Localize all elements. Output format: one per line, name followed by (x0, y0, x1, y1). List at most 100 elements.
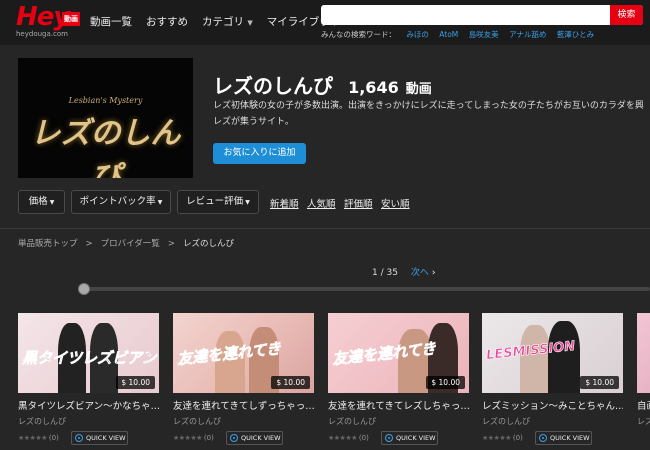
eye-icon (75, 434, 83, 442)
video-title[interactable]: 友達を連れてきてレズしちゃっ… (328, 398, 469, 412)
video-title[interactable]: 自画撮 (637, 398, 650, 412)
logo-badge: 動画 (62, 12, 80, 26)
sort-rating-link[interactable]: 評価順 (344, 196, 373, 210)
video-title[interactable]: 黒タイツレズビアン～かなちゃ… (18, 398, 159, 412)
video-card[interactable]: LESMISSION $ 10.00 レズミッション～みことちゃん… レズのしん… (482, 313, 623, 450)
site-logo[interactable]: Hey 動画 heydouga.com (16, 2, 80, 40)
description-line: レズが集うサイト。 (213, 117, 294, 127)
video-card[interactable]: 自画撮 レズの (637, 313, 650, 450)
price-badge: $ 10.00 (116, 376, 155, 389)
carousel-slider-track[interactable] (84, 287, 650, 291)
quick-view-button[interactable]: QUICK VIEW (226, 431, 283, 445)
provider-logo-text: レズのしんぴ (30, 116, 181, 178)
nav-item-category[interactable]: カテゴリ ▼ (202, 14, 253, 29)
video-count: 1,646 (348, 78, 399, 97)
popular-keyword[interactable]: 島咲友美 (469, 30, 499, 39)
video-thumbnail[interactable]: 黒タイツレズビアン $ 10.00 (18, 313, 159, 393)
eye-icon (230, 434, 238, 442)
caret-down-icon: ▼ (49, 199, 55, 206)
sort-newest-link[interactable]: 新着順 (270, 196, 299, 210)
next-page-link[interactable]: 次へ (411, 268, 429, 278)
description-line: レズ初体験の女の子が多数出演。出演をきっかけにレズに走ってしまった女の子たちがお… (213, 101, 644, 111)
breadcrumb-item[interactable]: 単品販売トップ (18, 239, 78, 249)
popular-label: みんなの検索ワード： (321, 30, 396, 39)
rating-count: (0) (48, 434, 59, 442)
stars-icon: ★★★★★ (482, 434, 511, 442)
price-badge: $ 10.00 (426, 376, 465, 389)
caret-down-icon: ▼ (157, 199, 163, 206)
add-to-favorites-button[interactable]: お気に入りに追加 (213, 143, 306, 164)
breadcrumb: 単品販売トップ > プロバイダ一覧 > レズのしんぴ (18, 237, 234, 249)
total-pages: 35 (386, 268, 398, 278)
video-card[interactable]: 友達を連れてき $ 10.00 友達を連れてきてレズしちゃっ… レズのしんぴ ★… (328, 313, 469, 450)
search-input[interactable] (321, 5, 610, 25)
price-badge: $ 10.00 (580, 376, 619, 389)
main-nav: 動画一覧 おすすめ カテゴリ ▼ マイライブラリ (90, 14, 340, 29)
current-page: 1 (372, 268, 378, 278)
stars-icon: ★★★★★ (173, 434, 202, 442)
video-card[interactable]: 黒タイツレズビアン $ 10.00 黒タイツレズビアン～かなちゃ… レズのしんぴ… (18, 313, 159, 450)
video-card[interactable]: 友達を連れてき $ 10.00 友達を連れてきてしずっちゃっ… レズのしんぴ ★… (173, 313, 314, 450)
quick-view-label: QUICK VIEW (396, 434, 436, 442)
star-rating: ★★★★★ (0) (328, 434, 369, 442)
top-header: Hey 動画 heydouga.com 動画一覧 おすすめ カテゴリ ▼ マイラ… (0, 0, 650, 45)
quick-view-button[interactable]: QUICK VIEW (381, 431, 438, 445)
star-rating: ★★★★★ (0) (18, 434, 59, 442)
star-rating: ★★★★★ (0) (482, 434, 523, 442)
search-box: 検索 (321, 5, 643, 25)
video-provider[interactable]: レズのしんぴ (173, 416, 221, 427)
video-title[interactable]: レズミッション～みことちゃん… (482, 398, 623, 412)
stars-icon: ★★★★★ (18, 434, 47, 442)
breadcrumb-separator: > (85, 239, 93, 249)
video-thumbnail[interactable] (637, 313, 650, 393)
sort-popular-link[interactable]: 人気順 (307, 196, 336, 210)
video-provider[interactable]: レズのしんぴ (482, 416, 530, 427)
rating-count: (0) (512, 434, 523, 442)
pagination: 1 / 35 次へ › (372, 265, 435, 278)
nav-item-category-label: カテゴリ (202, 16, 244, 28)
quick-view-label: QUICK VIEW (550, 434, 590, 442)
thumbnail-overlay-text: 黒タイツレズビアン (22, 349, 157, 368)
video-count-unit: 動画 (405, 82, 432, 97)
quick-view-button[interactable]: QUICK VIEW (71, 431, 128, 445)
popular-keyword[interactable]: AtoM (439, 30, 458, 39)
chevron-right-icon[interactable]: › (432, 268, 436, 278)
logo-domain: heydouga.com (16, 30, 68, 38)
quick-view-button[interactable]: QUICK VIEW (535, 431, 592, 445)
page-title: レズのしんぴ (213, 74, 333, 98)
video-title[interactable]: 友達を連れてきてしずっちゃっ… (173, 398, 314, 412)
price-badge: $ 10.00 (271, 376, 310, 389)
video-thumbnail[interactable]: LESMISSION $ 10.00 (482, 313, 623, 393)
filter-pointback-dropdown[interactable]: ポイントバック率 ▼ (71, 190, 171, 214)
popular-keyword[interactable]: みほの (406, 30, 429, 39)
popular-keyword[interactable]: アナル舐め (509, 30, 546, 39)
video-thumbnail[interactable]: 友達を連れてき $ 10.00 (173, 313, 314, 393)
breadcrumb-separator: > (167, 239, 175, 249)
quick-view-label: QUICK VIEW (241, 434, 281, 442)
carousel-slider-handle[interactable] (78, 283, 90, 295)
popular-keyword[interactable]: 藍澤ひとみ (557, 30, 594, 39)
stars-icon: ★★★★★ (328, 434, 357, 442)
filter-price-dropdown[interactable]: 価格 ▼ (18, 190, 65, 214)
provider-logo-image: Lesbian's Mystery レズのしんぴ (18, 58, 193, 178)
rating-count: (0) (358, 434, 369, 442)
filter-review-dropdown[interactable]: レビュー評価 ▼ (177, 190, 259, 214)
nav-item-recommended[interactable]: おすすめ (146, 14, 188, 29)
filter-label: ポイントバック率 (79, 196, 156, 207)
video-provider[interactable]: レズのしんぴ (328, 416, 376, 427)
video-provider[interactable]: レズの (637, 416, 650, 427)
caret-down-icon: ▼ (245, 199, 250, 206)
video-thumbnail[interactable]: 友達を連れてき $ 10.00 (328, 313, 469, 393)
breadcrumb-current: レズのしんぴ (182, 239, 234, 249)
popular-search-words: みんなの検索ワード： みほの AtoM 島咲友美 アナル舐め 藍澤ひとみ (321, 29, 594, 40)
breadcrumb-item[interactable]: プロバイダ一覧 (101, 239, 160, 249)
search-button[interactable]: 検索 (610, 5, 643, 25)
sort-cheapest-link[interactable]: 安い順 (381, 196, 410, 210)
section-divider (0, 228, 650, 229)
star-rating: ★★★★★ (0) (173, 434, 214, 442)
video-provider[interactable]: レズのしんぴ (18, 416, 66, 427)
filter-label: レビュー評価 (186, 196, 244, 207)
rating-count: (0) (203, 434, 214, 442)
nav-item-videos[interactable]: 動画一覧 (90, 14, 132, 29)
thumbnail-figure (548, 321, 580, 393)
